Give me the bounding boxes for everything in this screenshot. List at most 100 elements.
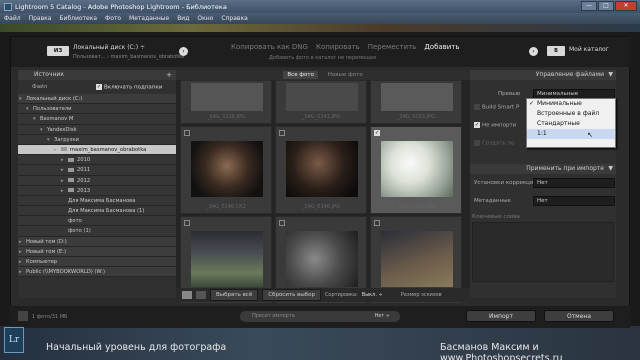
checkbox-icon[interactable] bbox=[279, 130, 285, 136]
checkbox-icon[interactable] bbox=[474, 104, 480, 110]
option-label: 1:1 bbox=[537, 130, 547, 137]
expand-triangle-icon[interactable]: ▸ bbox=[54, 145, 57, 155]
tree-folder-row[interactable]: ▸ 2012 bbox=[18, 175, 176, 186]
checkbox-checked-icon[interactable]: ✓ bbox=[374, 130, 380, 136]
photo-thumbnail bbox=[191, 231, 263, 287]
tree-folder-row[interactable]: ▾ YandexDisk bbox=[18, 124, 176, 135]
menu-file[interactable]: Файл bbox=[4, 15, 21, 22]
tree-folder-row[interactable]: фото bbox=[18, 216, 176, 227]
expand-triangle-open-icon[interactable]: ▾ bbox=[47, 135, 50, 145]
expand-triangle-icon[interactable]: ▸ bbox=[19, 247, 22, 257]
checkbox-icon[interactable] bbox=[279, 220, 285, 226]
expand-triangle-icon[interactable]: ▸ bbox=[61, 155, 64, 165]
tree-label: 2010 bbox=[77, 157, 91, 164]
tree-drive-row[interactable]: ▸ Public (\\MYBOOKWORLD) (W:) bbox=[18, 267, 176, 278]
photo-thumbnail bbox=[286, 141, 358, 197]
metadata-select[interactable]: Нет bbox=[533, 196, 615, 206]
photo-thumbnail-cell[interactable]: _S4G_0146.CR2 bbox=[180, 126, 272, 214]
expand-triangle-open-icon[interactable]: ▾ bbox=[40, 125, 43, 135]
include-subfolders-checkbox[interactable]: ✓ Включать подпапки bbox=[96, 84, 162, 91]
import-button[interactable]: Импорт bbox=[466, 310, 536, 322]
tree-folder-row[interactable]: ▸ 2010 bbox=[18, 155, 176, 166]
sort-select[interactable]: Выкл. ÷ bbox=[362, 292, 383, 298]
import-preset-select[interactable]: Пресет импорта Нет ÷ bbox=[240, 311, 400, 322]
mode-copy-dng[interactable]: Копировать как DNG bbox=[231, 43, 308, 51]
checkbox-checked-icon[interactable]: ✓ bbox=[474, 122, 480, 128]
menu-window[interactable]: Окно bbox=[197, 15, 213, 22]
menu-view[interactable]: Вид bbox=[177, 15, 189, 22]
grid-view-icon[interactable] bbox=[182, 291, 192, 299]
tree-folder-row[interactable]: фото (1) bbox=[18, 226, 176, 237]
tree-folder-row[interactable]: ▾ Basmanov M bbox=[18, 114, 176, 125]
expand-triangle-icon[interactable]: ▸ bbox=[19, 237, 22, 247]
tree-label: Для Максима Басманова bbox=[68, 197, 136, 204]
tree-folder-row[interactable]: ▸ maxim_basmanov_obrabotka bbox=[18, 144, 176, 156]
tree-folder-row[interactable]: ▾ Пользователи bbox=[18, 104, 176, 115]
photo-filename: _S4G_0146.CR2 bbox=[206, 204, 246, 210]
photo-thumbnail-cell[interactable]: _S4G_0163.JPG bbox=[370, 80, 462, 124]
loupe-view-icon[interactable] bbox=[196, 291, 206, 299]
photo-thumbnail-cell[interactable]: _S4G_0146.JPG bbox=[275, 126, 367, 214]
photo-thumbnail-cell[interactable]: _S4G_0141.JPG bbox=[275, 80, 367, 124]
build-smart-previews-label: Build Smart P bbox=[482, 104, 520, 111]
expand-triangle-icon[interactable]: ▸ bbox=[61, 176, 64, 186]
dropdown-option-standard[interactable]: Стандартные bbox=[527, 119, 615, 129]
tree-label: Компьютер bbox=[26, 259, 58, 265]
expand-triangle-open-icon[interactable]: ▾ bbox=[26, 104, 29, 114]
dropdown-option-minimal[interactable]: ✓ Минимальные bbox=[527, 99, 615, 109]
checkbox-icon[interactable] bbox=[474, 140, 480, 146]
develop-settings-select[interactable]: Нет bbox=[533, 178, 615, 188]
mode-move[interactable]: Переместить bbox=[368, 43, 417, 51]
keywords-input[interactable] bbox=[472, 222, 614, 282]
tree-folder-row[interactable]: Для Максима Басманова (1) bbox=[18, 206, 176, 217]
menu-edit[interactable]: Правка bbox=[29, 15, 52, 22]
destination-label: Мой каталог bbox=[569, 46, 609, 53]
checkbox-icon[interactable] bbox=[184, 220, 190, 226]
tree-folder-row[interactable]: Для Максима Басманова bbox=[18, 195, 176, 207]
tree-drive-row[interactable]: ▾ Локальный диск (C:) bbox=[18, 94, 176, 105]
menu-help[interactable]: Справка bbox=[221, 15, 247, 22]
dropdown-option-1-1[interactable]: 1:1 ↖ bbox=[527, 129, 615, 139]
menu-metadata[interactable]: Метаданные bbox=[129, 15, 169, 22]
mode-add[interactable]: Добавить bbox=[424, 43, 459, 51]
tree-drive-row[interactable]: ▸ Компьютер bbox=[18, 257, 176, 268]
expand-triangle-icon[interactable]: ▸ bbox=[19, 267, 22, 277]
file-handling-header[interactable]: Управление файлами ▼ bbox=[470, 70, 616, 80]
expand-triangle-open-icon[interactable]: ▾ bbox=[33, 114, 36, 124]
photo-thumbnail bbox=[381, 141, 453, 197]
cancel-button[interactable]: Отмена bbox=[544, 310, 614, 322]
import-preset-value: Нет ÷ bbox=[374, 313, 390, 319]
selected-count: 1 фото/31 МБ bbox=[32, 314, 68, 320]
photo-filename: _S4G_0155.CR2 bbox=[396, 204, 436, 210]
close-button[interactable]: ✕ bbox=[615, 1, 637, 11]
source-drive-select[interactable]: Локальный диск (C:) ÷ bbox=[73, 44, 145, 51]
expand-triangle-icon[interactable]: ▸ bbox=[61, 186, 64, 196]
minimize-button[interactable]: — bbox=[581, 1, 597, 11]
tab-all-photos[interactable]: Все фото bbox=[283, 71, 318, 79]
menu-photo[interactable]: Фото bbox=[105, 15, 121, 22]
expand-triangle-open-icon[interactable]: ▾ bbox=[19, 94, 22, 104]
tab-new-photos[interactable]: Новые фото bbox=[328, 72, 363, 78]
maximize-button[interactable]: □ bbox=[598, 1, 614, 11]
select-all-button[interactable]: Выбрать всё bbox=[210, 289, 259, 301]
checkbox-icon[interactable] bbox=[374, 220, 380, 226]
photo-thumbnail-cell[interactable]: ✓ _S4G_0155.CR2 bbox=[370, 126, 462, 214]
tree-drive-row[interactable]: ▸ Новый том (E:) bbox=[18, 246, 176, 257]
tree-folder-row[interactable]: ▾ Загрузки bbox=[18, 134, 176, 145]
expand-triangle-icon[interactable]: ▸ bbox=[19, 257, 22, 267]
tree-drive-row[interactable]: ▸ Новый том (D:) bbox=[18, 236, 176, 247]
expand-triangle-icon[interactable]: ▸ bbox=[61, 165, 64, 175]
include-subfolders-label: Включать подпапки bbox=[104, 84, 163, 91]
mode-copy[interactable]: Копировать bbox=[316, 43, 360, 51]
checkbox-icon[interactable] bbox=[184, 130, 190, 136]
tree-folder-row[interactable]: ▸ 2013 bbox=[18, 185, 176, 196]
dropdown-option-embedded[interactable]: Встроенные в файл bbox=[527, 109, 615, 119]
menu-library[interactable]: Библиотека bbox=[59, 15, 97, 22]
source-panel-header[interactable]: Источник + bbox=[18, 70, 176, 80]
photo-thumbnail-cell[interactable]: _S4G_0128.JPG bbox=[180, 80, 272, 124]
apply-during-import-header[interactable]: Применить при импорте ▼ bbox=[470, 164, 616, 174]
folder-icon bbox=[68, 188, 74, 193]
deselect-all-button[interactable]: Сбросить выбор bbox=[262, 289, 321, 301]
add-source-icon[interactable]: + bbox=[166, 70, 172, 80]
tree-folder-row[interactable]: ▸ 2011 bbox=[18, 165, 176, 176]
